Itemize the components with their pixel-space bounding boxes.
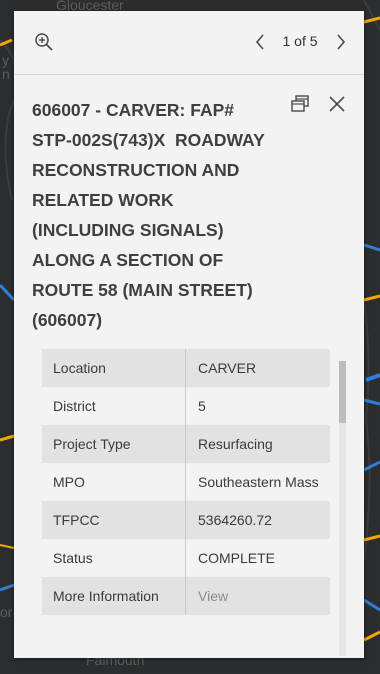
table-row: District 5 (42, 387, 330, 425)
close-button[interactable] (323, 90, 351, 118)
map-place-label: or (0, 604, 13, 620)
feature-pager: 1 of 5 (282, 33, 318, 49)
more-info-link[interactable]: View (185, 577, 330, 615)
table-row: Location CARVER (42, 349, 330, 387)
dock-button[interactable] (286, 90, 314, 118)
attribute-value: COMPLETE (185, 539, 330, 577)
attribute-key: MPO (42, 463, 186, 501)
chevron-left-icon (255, 34, 264, 50)
scrollbar-thumb[interactable] (339, 361, 346, 423)
feature-popup: 1 of 5 606007 - CARVER: FAP# STP-002S(74… (14, 11, 364, 658)
table-row: MPO Southeastern Mass (42, 463, 330, 501)
attribute-value: 5364260.72 (185, 501, 330, 539)
previous-feature-button[interactable] (246, 28, 274, 56)
table-row: More Information View (42, 577, 330, 615)
next-feature-button[interactable] (327, 28, 355, 56)
scrollbar[interactable] (339, 361, 346, 656)
popup-body[interactable]: 606007 - CARVER: FAP# STP-002S(743)X ROA… (14, 75, 364, 658)
attribute-table: Location CARVER District 5 Project Type … (42, 349, 330, 615)
attribute-key: Location (42, 349, 186, 387)
table-row: TFPCC 5364260.72 (42, 501, 330, 539)
attribute-key: TFPCC (42, 501, 186, 539)
attribute-key: Project Type (42, 425, 186, 463)
attribute-key: More Information (42, 577, 186, 615)
zoom-in-icon (35, 33, 53, 51)
attribute-key: Status (42, 539, 186, 577)
chevron-right-icon (337, 34, 346, 50)
popup-header: 1 of 5 (14, 11, 364, 75)
close-icon (329, 96, 345, 112)
popup-title: 606007 - CARVER: FAP# STP-002S(743)X ROA… (32, 100, 265, 330)
zoom-to-button[interactable] (30, 28, 58, 56)
table-row: Project Type Resurfacing (42, 425, 330, 463)
map-place-label: n (2, 66, 10, 82)
attribute-value: Southeastern Mass (185, 463, 330, 501)
dock-icon (291, 95, 309, 112)
table-row: Status COMPLETE (42, 539, 330, 577)
attribute-key: District (42, 387, 186, 425)
attribute-value: CARVER (185, 349, 330, 387)
attribute-value: Resurfacing (185, 425, 330, 463)
attribute-value: 5 (185, 387, 330, 425)
